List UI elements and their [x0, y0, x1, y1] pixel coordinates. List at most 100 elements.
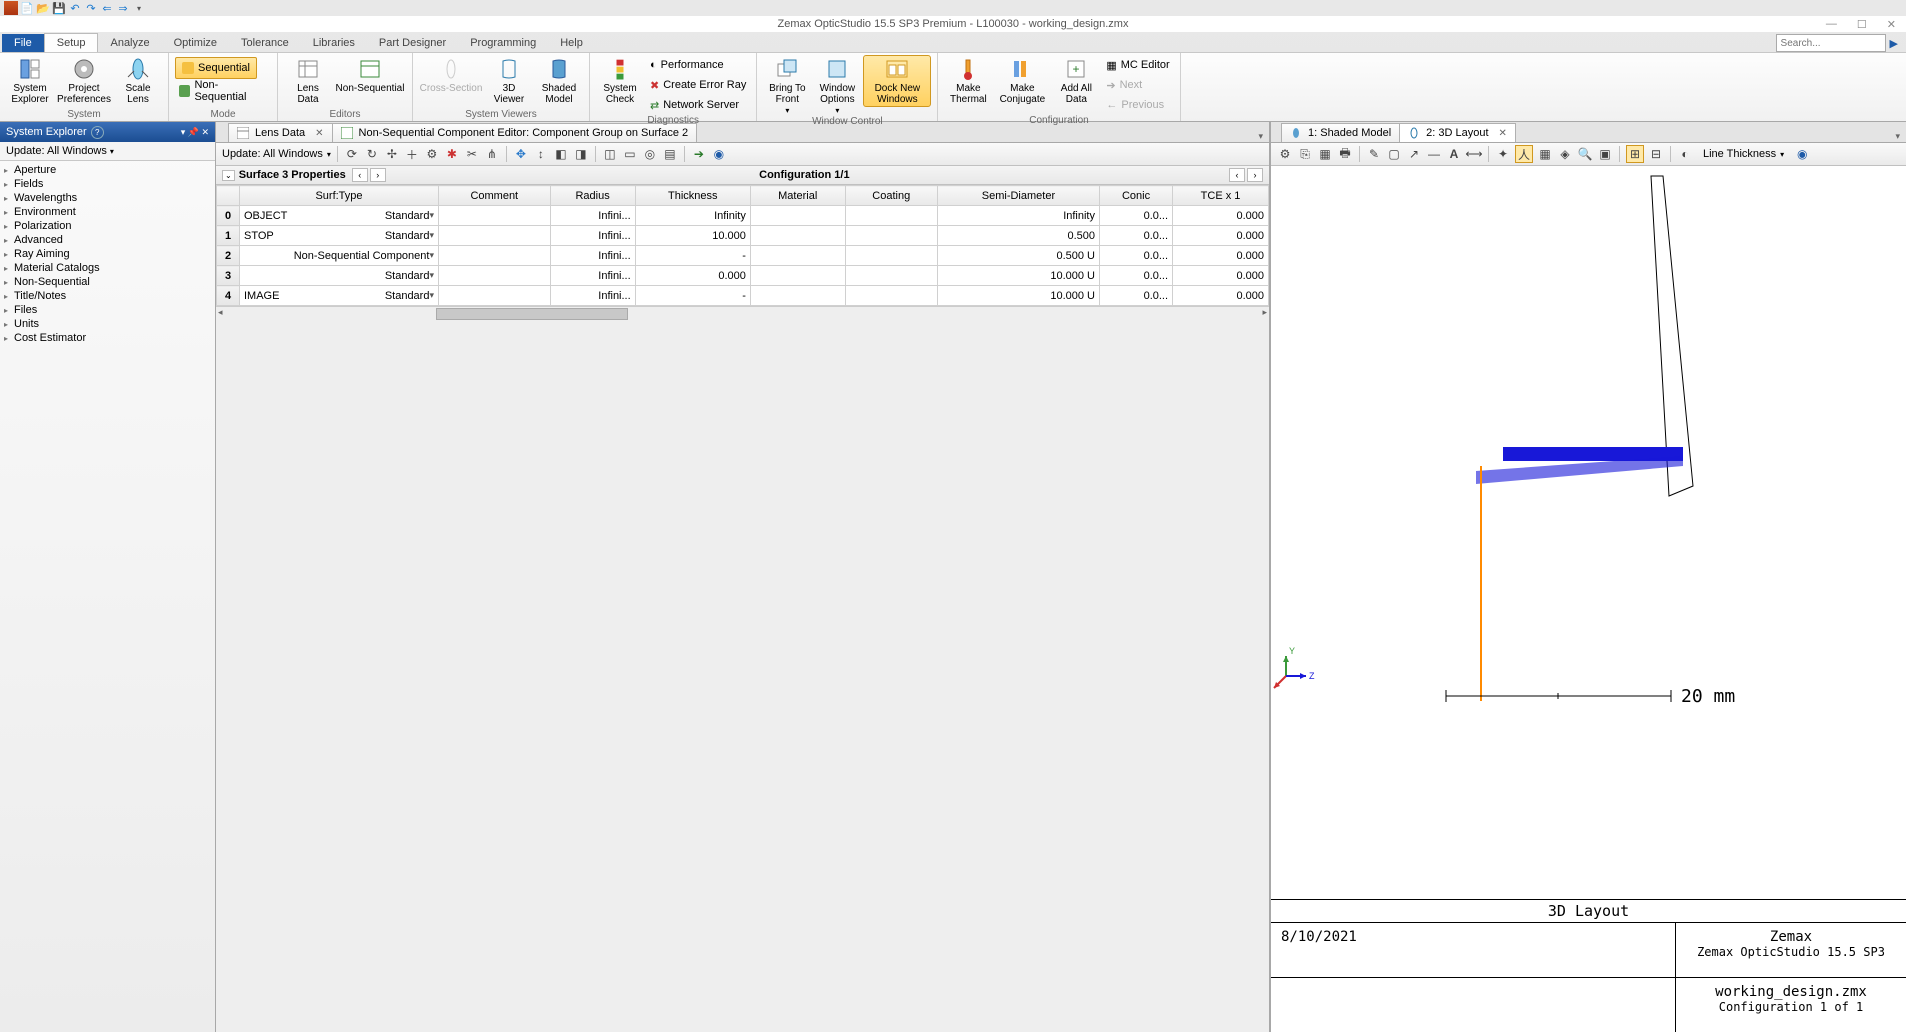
- maximize-icon[interactable]: ☐: [1857, 18, 1867, 31]
- project-preferences-button[interactable]: Project Preferences: [56, 55, 112, 105]
- arrow-icon[interactable]: ↗: [1406, 146, 1422, 162]
- tool8-icon[interactable]: ◨: [573, 146, 589, 162]
- rt13-icon[interactable]: ◈: [1557, 146, 1573, 162]
- table-row[interactable]: 3Standard ▾Infini...0.00010.000 U0.0...0…: [217, 266, 1269, 286]
- search-go-icon[interactable]: ▶: [1890, 37, 1898, 50]
- tree-item-advanced[interactable]: ▸Advanced: [0, 233, 215, 247]
- qat-open-icon[interactable]: 📂: [36, 1, 50, 15]
- table-row[interactable]: 0OBJECTStandard ▾Infini...InfinityInfini…: [217, 206, 1269, 226]
- qat-new-icon[interactable]: 📄: [20, 1, 34, 15]
- pencil-icon[interactable]: ✎: [1366, 146, 1382, 162]
- text-icon[interactable]: A: [1446, 146, 1462, 162]
- tree-item-non-sequential[interactable]: ▸Non-Sequential: [0, 275, 215, 289]
- pin-icon[interactable]: ▾ 📌 ✕: [181, 127, 209, 138]
- qat-save-icon[interactable]: 💾: [52, 1, 66, 15]
- rt16-icon[interactable]: ⊞: [1626, 145, 1644, 163]
- cross-section-button[interactable]: Cross-Section: [419, 55, 483, 94]
- non-sequential-editor-button[interactable]: Non-Sequential: [334, 55, 406, 94]
- bring-to-front-button[interactable]: Bring To Front▾: [763, 55, 811, 116]
- expand-icon[interactable]: ⌄: [222, 170, 235, 181]
- mc-editor-button[interactable]: ▦MC Editor: [1102, 55, 1173, 75]
- update-dropdown[interactable]: Update: All Windows: [6, 145, 107, 157]
- cfg-prev-icon[interactable]: ‹: [1229, 168, 1245, 182]
- sequential-button[interactable]: Sequential: [175, 57, 257, 79]
- rect-icon[interactable]: ▢: [1386, 146, 1402, 162]
- settings-icon[interactable]: ⚙: [1277, 146, 1293, 162]
- tool7-icon[interactable]: ◧: [553, 146, 569, 162]
- print-icon[interactable]: 🖶: [1337, 146, 1353, 162]
- tool4-icon[interactable]: ⋔: [484, 146, 500, 162]
- lde-update-dropdown[interactable]: Update: All Windows: [222, 148, 323, 160]
- prop-prev-icon[interactable]: ‹: [352, 168, 368, 182]
- system-explorer-button[interactable]: System Explorer: [6, 55, 54, 105]
- tab-help[interactable]: Help: [548, 34, 595, 52]
- qat-redo-icon[interactable]: ↷: [84, 1, 98, 15]
- lens-data-button[interactable]: Lens Data: [284, 55, 332, 105]
- tool9-icon[interactable]: ◫: [602, 146, 618, 162]
- tab-shaded-model[interactable]: 1: Shaded Model: [1281, 123, 1400, 142]
- prop-next-icon[interactable]: ›: [370, 168, 386, 182]
- line-thickness-dropdown[interactable]: Line Thickness: [1703, 148, 1776, 160]
- rt3-icon[interactable]: ▦: [1317, 146, 1333, 162]
- rt11-icon[interactable]: 人: [1515, 145, 1533, 163]
- qat-app-icon[interactable]: [4, 1, 18, 15]
- tree-item-files[interactable]: ▸Files: [0, 303, 215, 317]
- rtab-overflow-icon[interactable]: ▾: [1889, 131, 1906, 142]
- close-layout-tab-icon[interactable]: ✕: [1499, 128, 1507, 139]
- qat-dropdown-icon[interactable]: ▾: [132, 1, 146, 15]
- tree-item-units[interactable]: ▸Units: [0, 317, 215, 331]
- close-tab-icon[interactable]: ✕: [315, 128, 323, 139]
- tab-setup[interactable]: Setup: [44, 33, 99, 52]
- tree-item-cost-estimator[interactable]: ▸Cost Estimator: [0, 331, 215, 345]
- tab-3d-layout[interactable]: 2: 3D Layout ✕: [1399, 123, 1516, 142]
- refresh-icon[interactable]: ⟳: [344, 146, 360, 162]
- window-options-button[interactable]: Window Options▾: [813, 55, 861, 116]
- 3d-layout-canvas[interactable]: Y Z 20 mm: [1271, 166, 1906, 899]
- tab-programming[interactable]: Programming: [458, 34, 548, 52]
- rt2-icon[interactable]: ⎘: [1297, 146, 1313, 162]
- ruler-icon[interactable]: ⟷: [1466, 146, 1482, 162]
- tool10-icon[interactable]: ▭: [622, 146, 638, 162]
- tool6-icon[interactable]: ↕: [533, 146, 549, 162]
- tab-file[interactable]: File: [2, 34, 44, 52]
- rt17-icon[interactable]: ⊟: [1648, 146, 1664, 162]
- zoom-icon[interactable]: 🔍: [1577, 146, 1593, 162]
- tool13-icon[interactable]: ➔: [691, 146, 707, 162]
- horizontal-scrollbar[interactable]: ◂▸: [216, 306, 1269, 319]
- system-check-button[interactable]: System Check: [596, 55, 644, 105]
- tab-overflow-icon[interactable]: ▾: [1252, 131, 1269, 142]
- table-row[interactable]: 1STOPStandard ▾Infini...10.0000.500 0.0.…: [217, 226, 1269, 246]
- insert-icon[interactable]: ＋: [404, 146, 420, 162]
- network-server-button[interactable]: ⇄Network Server: [646, 95, 750, 115]
- tree-item-ray-aiming[interactable]: ▸Ray Aiming: [0, 247, 215, 261]
- next-config-button[interactable]: ➔Next: [1102, 75, 1173, 95]
- qat-undo-icon[interactable]: ↶: [68, 1, 82, 15]
- create-error-ray-button[interactable]: ✖Create Error Ray: [646, 75, 750, 95]
- help-lde-icon[interactable]: ◉: [711, 146, 727, 162]
- qat-fwd-icon[interactable]: ⇒: [116, 1, 130, 15]
- add-all-data-button[interactable]: +Add All Data: [1052, 55, 1100, 105]
- shaded-model-button[interactable]: Shaded Model: [535, 55, 583, 105]
- table-row[interactable]: 4IMAGEStandard ▾Infini...-10.000 U0.0...…: [217, 286, 1269, 306]
- dock-new-windows-button[interactable]: Dock New Windows: [863, 55, 931, 107]
- prev-config-button[interactable]: ←Previous: [1102, 95, 1173, 115]
- cfg-next-icon[interactable]: ›: [1247, 168, 1263, 182]
- rt18-icon[interactable]: ◐: [1677, 146, 1693, 162]
- tool12-icon[interactable]: ▤: [662, 146, 678, 162]
- tree-item-aperture[interactable]: ▸Aperture: [0, 163, 215, 177]
- qat-back-icon[interactable]: ⇐: [100, 1, 114, 15]
- tab-libraries[interactable]: Libraries: [301, 34, 367, 52]
- tab-partdesigner[interactable]: Part Designer: [367, 34, 458, 52]
- tree-item-wavelengths[interactable]: ▸Wavelengths: [0, 191, 215, 205]
- tab-optimize[interactable]: Optimize: [162, 34, 229, 52]
- help-icon[interactable]: ?: [91, 126, 104, 139]
- 3d-viewer-button[interactable]: 3D Viewer: [485, 55, 533, 105]
- tab-tolerance[interactable]: Tolerance: [229, 34, 301, 52]
- performance-button[interactable]: ◐Performance: [646, 55, 750, 75]
- tab-lens-data[interactable]: Lens Data ✕: [228, 123, 333, 142]
- minimize-icon[interactable]: —: [1826, 18, 1837, 31]
- layout-help-icon[interactable]: ◉: [1794, 146, 1810, 162]
- table-row[interactable]: 2Non-Sequential Component ▾Infini...-0.5…: [217, 246, 1269, 266]
- tool2-icon[interactable]: ✱: [444, 146, 460, 162]
- refresh-all-icon[interactable]: ↻: [364, 146, 380, 162]
